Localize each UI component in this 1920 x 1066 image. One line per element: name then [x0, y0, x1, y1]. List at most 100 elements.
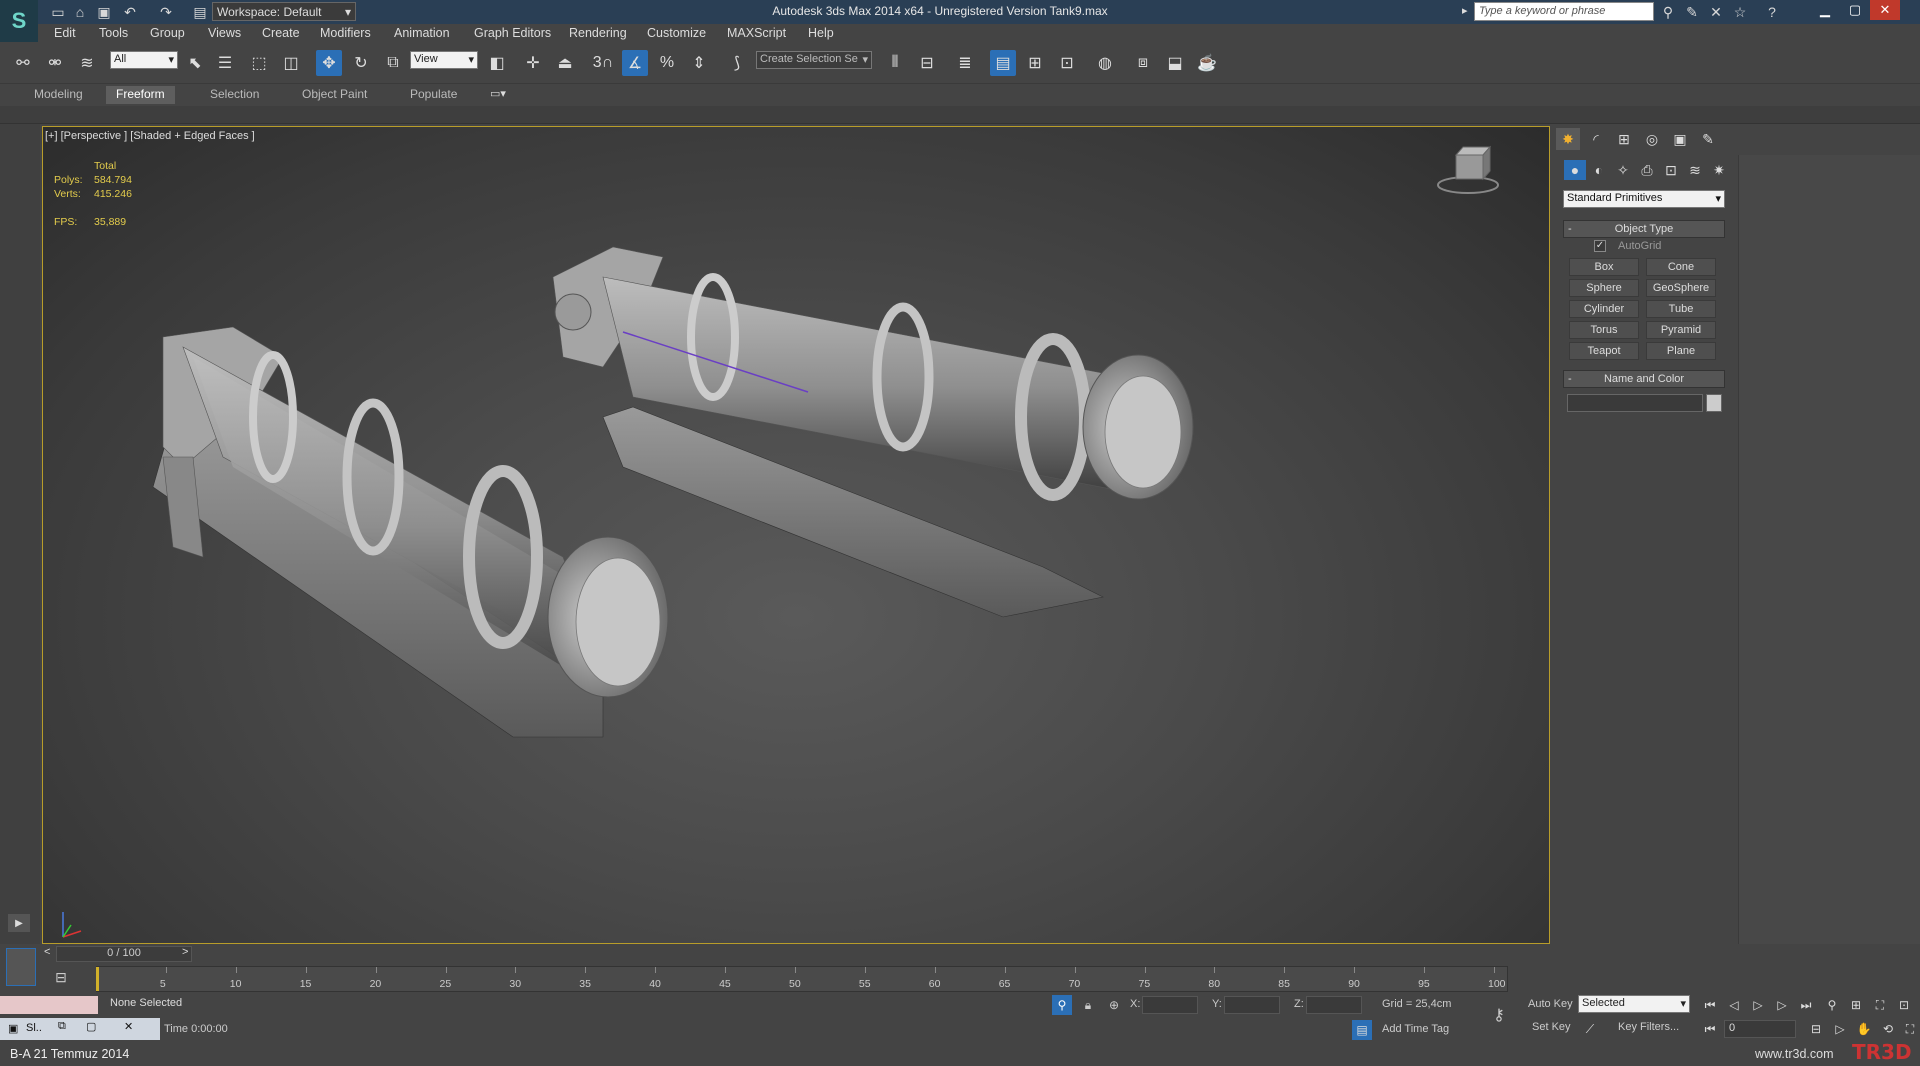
- helpers-icon[interactable]: ⊡: [1660, 160, 1682, 180]
- time-slider-next[interactable]: >: [182, 946, 188, 958]
- motion-tab-icon[interactable]: ◎: [1640, 128, 1664, 150]
- named-selection-set-dropdown[interactable]: Create Selection Se ▾: [756, 51, 872, 69]
- key-filters-button[interactable]: Key Filters...: [1618, 1021, 1679, 1033]
- teapot-button[interactable]: Teapot: [1569, 342, 1639, 360]
- search-input[interactable]: Type a keyword or phrase: [1474, 2, 1654, 21]
- maximize-small-icon[interactable]: ▢: [86, 1020, 96, 1033]
- binoculars-icon[interactable]: ⚲: [1658, 2, 1678, 22]
- primitive-category-dropdown[interactable]: Standard Primitives ▾: [1563, 190, 1725, 208]
- track-view-icon[interactable]: ⊟: [50, 968, 72, 986]
- close-small-icon[interactable]: ✕: [124, 1020, 133, 1033]
- ribbon-options-icon[interactable]: ▭▾: [490, 87, 506, 100]
- layer-manager-icon[interactable]: ≣: [952, 50, 978, 76]
- maximize-viewport-icon[interactable]: ⛶: [1900, 1019, 1920, 1039]
- menu-tools[interactable]: Tools: [99, 26, 128, 40]
- bind-spacewarp-icon[interactable]: ≋: [74, 50, 100, 76]
- favorites-star-icon[interactable]: ☆: [1730, 2, 1750, 22]
- workspace-dropdown[interactable]: Workspace: Default ▾: [212, 2, 356, 21]
- unlink-icon[interactable]: ⚮: [42, 50, 68, 76]
- isolate-selection-icon[interactable]: ⚲: [1052, 995, 1072, 1015]
- edit-named-selection-icon[interactable]: ⟆: [724, 50, 750, 76]
- spinner-snap-icon[interactable]: ⇕: [686, 50, 712, 76]
- field-of-view-icon[interactable]: ▷: [1830, 1019, 1850, 1039]
- render-setup-icon[interactable]: ⧈: [1130, 50, 1156, 76]
- keyboard-shortcut-icon[interactable]: ⏏: [552, 50, 578, 76]
- mirror-icon[interactable]: ⫴: [882, 50, 908, 76]
- go-to-start-icon[interactable]: ⏮: [1700, 995, 1720, 1015]
- x-coordinate-field[interactable]: [1142, 996, 1198, 1014]
- play-icon[interactable]: ▷: [1748, 995, 1768, 1015]
- rect-selection-icon[interactable]: ⬚: [246, 50, 272, 76]
- cylinder-button[interactable]: Cylinder: [1569, 300, 1639, 318]
- rotate-icon[interactable]: ↻: [348, 50, 374, 76]
- mini-listener-toggle[interactable]: [6, 948, 36, 986]
- object-name-field[interactable]: [1567, 394, 1703, 412]
- perspective-viewport[interactable]: [42, 126, 1550, 944]
- display-tab-icon[interactable]: ▣: [1668, 128, 1692, 150]
- tank-model-left[interactable]: [152, 326, 669, 738]
- menu-modifiers[interactable]: Modifiers: [320, 26, 371, 40]
- utilities-tab-icon[interactable]: ✎: [1696, 128, 1720, 150]
- viewport-label[interactable]: [+] [Perspective ] [Shaded + Edged Faces…: [45, 130, 255, 142]
- orbit-icon[interactable]: ⟲: [1878, 1019, 1898, 1039]
- tab-modeling[interactable]: Modeling: [24, 86, 93, 104]
- menu-graph-editors[interactable]: Graph Editors: [474, 26, 551, 40]
- current-frame-marker[interactable]: [96, 967, 99, 991]
- save-icon[interactable]: ▣: [94, 2, 114, 22]
- zoom-extents-all-icon[interactable]: ⊡: [1894, 995, 1914, 1015]
- help-icon[interactable]: ?: [1762, 2, 1782, 22]
- selection-lock-icon[interactable]: 🔒︎: [1078, 995, 1098, 1015]
- rendered-frame-window-icon[interactable]: ⬓: [1162, 50, 1188, 76]
- scale-icon[interactable]: ⧉: [380, 50, 406, 76]
- object-type-rollout[interactable]: - Object Type: [1563, 220, 1725, 238]
- name-and-color-rollout[interactable]: - Name and Color: [1563, 370, 1725, 388]
- menu-customize[interactable]: Customize: [647, 26, 706, 40]
- zoom-extents-icon[interactable]: ⛶: [1870, 995, 1890, 1015]
- angle-snap-icon[interactable]: ∡: [622, 50, 648, 76]
- z-coordinate-field[interactable]: [1306, 996, 1362, 1014]
- key-mode-dropdown[interactable]: Selected ▾: [1578, 995, 1690, 1013]
- menu-maxscript[interactable]: MAXScript: [727, 26, 786, 40]
- plane-button[interactable]: Plane: [1646, 342, 1716, 360]
- geosphere-button[interactable]: GeoSphere: [1646, 279, 1716, 297]
- zoom-all-icon[interactable]: ⊞: [1846, 995, 1866, 1015]
- undo-icon[interactable]: ↶: [120, 2, 140, 22]
- menu-views[interactable]: Views: [208, 26, 241, 40]
- viewcube[interactable]: [1437, 145, 1499, 194]
- graphite-toolbar-icon[interactable]: ▤: [990, 50, 1016, 76]
- time-slider-prev[interactable]: <: [44, 946, 50, 958]
- maxscript-listener-field[interactable]: [0, 996, 98, 1014]
- cameras-icon[interactable]: ⎙: [1636, 160, 1658, 180]
- pyramid-button[interactable]: Pyramid: [1646, 321, 1716, 339]
- time-config-icon[interactable]: ⊟: [1806, 1019, 1826, 1039]
- new-file-icon[interactable]: ▭: [48, 2, 68, 22]
- lights-icon[interactable]: ✧: [1612, 160, 1634, 180]
- maximize-icon[interactable]: ▢: [1840, 0, 1870, 20]
- menu-create[interactable]: Create: [262, 26, 300, 40]
- percent-snap-icon[interactable]: %: [654, 50, 680, 76]
- exchange-icon[interactable]: ✕: [1706, 2, 1726, 22]
- minimize-icon[interactable]: ▁: [1810, 0, 1840, 20]
- go-to-end-icon[interactable]: ⏭: [1796, 995, 1816, 1015]
- time-tag-icon[interactable]: ▤: [1352, 1020, 1372, 1040]
- move-icon[interactable]: ✥: [316, 50, 342, 76]
- object-color-swatch[interactable]: [1706, 394, 1722, 412]
- selection-filter-dropdown[interactable]: All ▾: [110, 51, 178, 69]
- tab-freeform[interactable]: Freeform: [106, 86, 175, 104]
- redo-icon[interactable]: ↷: [156, 2, 176, 22]
- open-file-icon[interactable]: ⌂: [70, 2, 90, 22]
- curve-editor-icon[interactable]: ⊞: [1022, 50, 1048, 76]
- tools-icon[interactable]: ✎: [1682, 2, 1702, 22]
- close-icon[interactable]: ✕: [1870, 0, 1900, 20]
- add-time-tag[interactable]: Add Time Tag: [1382, 1023, 1449, 1035]
- menu-group[interactable]: Group: [150, 26, 185, 40]
- pan-icon[interactable]: ✋: [1854, 1019, 1874, 1039]
- zoom-icon[interactable]: ⚲: [1822, 995, 1842, 1015]
- search-arrow-icon[interactable]: ▸: [1462, 4, 1468, 17]
- snaps-toggle-icon[interactable]: 3 ∩: [590, 50, 616, 76]
- link-icon[interactable]: ⚯: [10, 50, 36, 76]
- schematic-view-icon[interactable]: ⊡: [1054, 50, 1080, 76]
- menu-rendering[interactable]: Rendering: [569, 26, 627, 40]
- tube-button[interactable]: Tube: [1646, 300, 1716, 318]
- spacewarps-icon[interactable]: ≋: [1684, 160, 1706, 180]
